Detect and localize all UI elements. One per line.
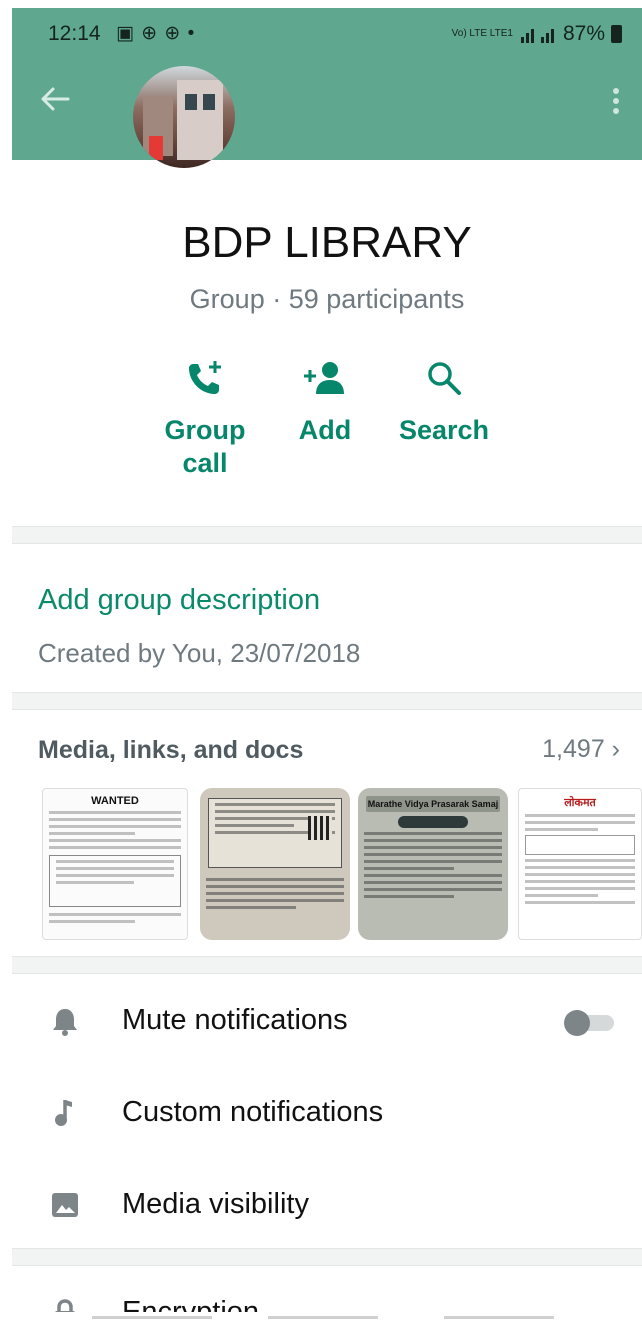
group-call-label: Group: [164, 415, 246, 445]
media-visibility-row[interactable]: Media visibility: [12, 1170, 642, 1242]
media-thumbnail[interactable]: WANTED: [42, 788, 188, 940]
thumb-badge: [398, 816, 468, 828]
phone-add-icon: [160, 356, 250, 400]
mute-notifications-row[interactable]: Mute notifications: [12, 986, 642, 1058]
group-avatar[interactable]: [133, 66, 235, 168]
media-section-title[interactable]: Media, links, and docs: [38, 736, 303, 765]
battery-icon: [611, 25, 622, 43]
custom-notifications-label: Custom notifications: [122, 1096, 384, 1128]
bell-icon: [48, 1004, 82, 1038]
header: 12:14 ▣ ⊕ ⊕ • Vo) LTE LTE1 87%: [12, 8, 642, 168]
media-thumbnail[interactable]: लोकमत: [518, 788, 642, 940]
group-call-label-2: call: [182, 448, 228, 478]
divider: [12, 956, 642, 974]
thumb-heading: Marathe Vidya Prasarak Samaj: [366, 796, 500, 812]
media-count[interactable]: 1,497 ›: [542, 735, 620, 764]
chevron-right-icon: ›: [611, 735, 620, 763]
divider: [12, 1248, 642, 1266]
mute-toggle[interactable]: [564, 1010, 614, 1036]
custom-notifications-row[interactable]: Custom notifications: [12, 1078, 642, 1150]
thumb-heading: लोकमत: [564, 797, 596, 809]
media-visibility-label: Media visibility: [122, 1188, 309, 1220]
add-label: Add: [298, 415, 352, 445]
battery-percent: 87%: [562, 22, 605, 45]
search-button[interactable]: Search: [394, 356, 494, 447]
group-call-button[interactable]: Group call: [160, 356, 250, 480]
image-icon: [48, 1188, 82, 1222]
notification-icons: ▣ ⊕ ⊕ •: [116, 23, 196, 44]
back-arrow-icon[interactable]: [38, 84, 72, 114]
status-bar: 12:14 ▣ ⊕ ⊕ • Vo) LTE LTE1 87%: [12, 8, 642, 60]
thumb-heading: WANTED: [91, 795, 139, 807]
group-info-screen: 12:14 ▣ ⊕ ⊕ • Vo) LTE LTE1 87% BDP LIBRA…: [12, 8, 642, 1324]
search-label: Search: [398, 415, 490, 445]
mute-notifications-label: Mute notifications: [122, 1004, 348, 1036]
signal-icon: [519, 25, 557, 43]
search-icon: [394, 356, 494, 400]
media-thumbnail[interactable]: Marathe Vidya Prasarak Samaj: [358, 788, 508, 940]
add-group-description-link[interactable]: Add group description: [38, 584, 320, 617]
media-thumbnail[interactable]: [200, 788, 350, 940]
status-right: Vo) LTE LTE1 87%: [452, 22, 622, 46]
system-nav-bar: [0, 1312, 642, 1324]
created-by-text: Created by You, 23/07/2018: [38, 638, 361, 668]
divider: [12, 526, 642, 544]
divider: [12, 692, 642, 710]
music-note-icon: [48, 1096, 82, 1130]
person-add-icon: [290, 356, 360, 400]
more-options-icon[interactable]: [612, 88, 620, 116]
status-time: 12:14: [48, 22, 101, 45]
network-indicator: Vo) LTE LTE1: [451, 28, 513, 39]
group-name: BDP LIBRARY: [182, 218, 472, 267]
media-count-value: 1,497: [542, 735, 605, 763]
add-participant-button[interactable]: Add: [290, 356, 360, 447]
group-subtitle: Group · 59 participants: [189, 284, 465, 314]
